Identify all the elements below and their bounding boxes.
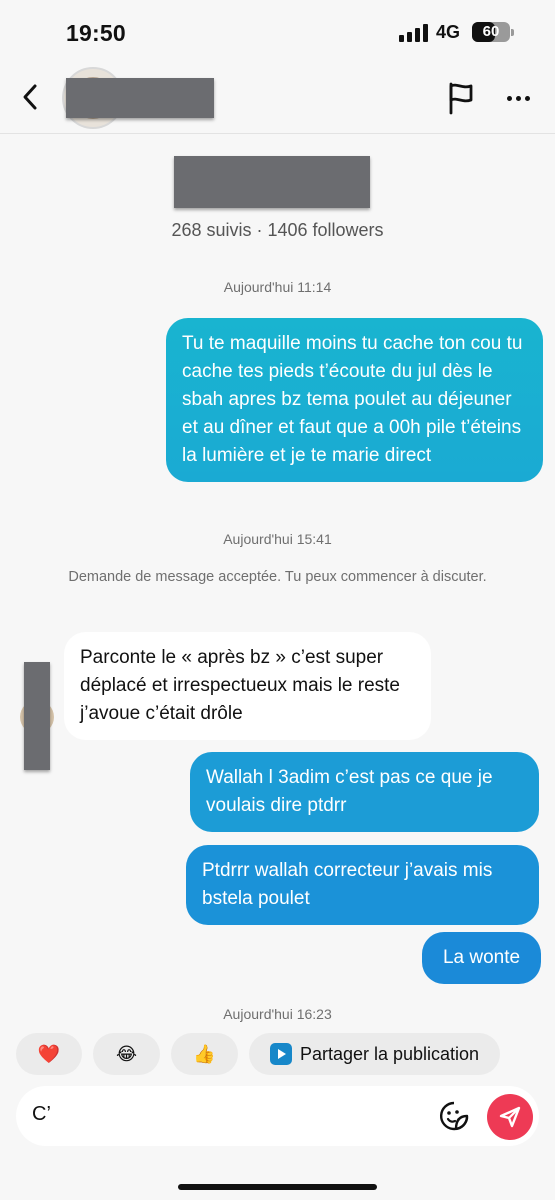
outgoing-message[interactable]: Wallah l 3adim c’est pas ce que je voula…: [190, 752, 539, 832]
battery-cap: [511, 29, 514, 36]
play-icon: [269, 1043, 292, 1065]
redacted-username[interactable]: [66, 78, 214, 118]
status-time: 19:50: [66, 20, 126, 46]
report-button[interactable]: [444, 80, 478, 116]
outgoing-message[interactable]: Tu te maquille moins tu cache ton cou tu…: [166, 318, 543, 482]
heart-reaction-button[interactable]: ❤️: [16, 1033, 82, 1075]
send-button[interactable]: [487, 1094, 533, 1140]
chevron-left-icon: [23, 84, 37, 110]
laugh-reaction-button[interactable]: 😂: [93, 1033, 160, 1075]
message-input[interactable]: C’: [32, 1103, 51, 1126]
incoming-message[interactable]: Parconte le « après bz » c’est super dép…: [64, 632, 431, 740]
sender-avatar[interactable]: [20, 662, 54, 770]
share-post-button[interactable]: Partager la publication: [249, 1033, 500, 1075]
home-indicator: [178, 1184, 377, 1190]
conversation-header: [0, 62, 555, 134]
profile-stats: 268 suivis · 1406 followers: [171, 220, 384, 240]
battery-level: 60: [482, 23, 500, 40]
redacted-avatar: [24, 662, 50, 770]
flag-icon: [449, 82, 473, 115]
share-post-label: Partager la publication: [299, 1043, 480, 1064]
status-bar: 19:50 4G 60: [0, 0, 555, 62]
cellular-signal-icon: [399, 24, 429, 42]
sticker-button[interactable]: [438, 1100, 470, 1132]
quick-reactions-bar: ❤️ 😂 👍 Partager la publication: [0, 1024, 555, 1084]
message-timestamp: Aujourd'hui 11:14: [223, 279, 332, 295]
message-timestamp: Aujourd'hui 15:41: [223, 531, 332, 547]
network-type: 4G: [436, 22, 461, 42]
send-icon: [499, 1106, 521, 1128]
more-options-button[interactable]: [500, 84, 536, 112]
more-horizontal-icon: [506, 95, 512, 101]
message-composer[interactable]: C’: [16, 1086, 539, 1146]
redacted-profile-name: [174, 156, 370, 208]
battery-icon: 60: [472, 22, 510, 42]
outgoing-message[interactable]: La wonte: [422, 932, 541, 984]
sticker-icon: [439, 1101, 469, 1131]
outgoing-message[interactable]: Ptdrrr wallah correcteur j’avais mis bst…: [186, 845, 539, 925]
thumbs-up-reaction-button[interactable]: 👍: [171, 1033, 238, 1075]
system-message: Demande de message acceptée. Tu peux com…: [68, 569, 487, 585]
back-button[interactable]: [14, 78, 46, 116]
message-timestamp: Aujourd'hui 16:23: [223, 1006, 332, 1022]
